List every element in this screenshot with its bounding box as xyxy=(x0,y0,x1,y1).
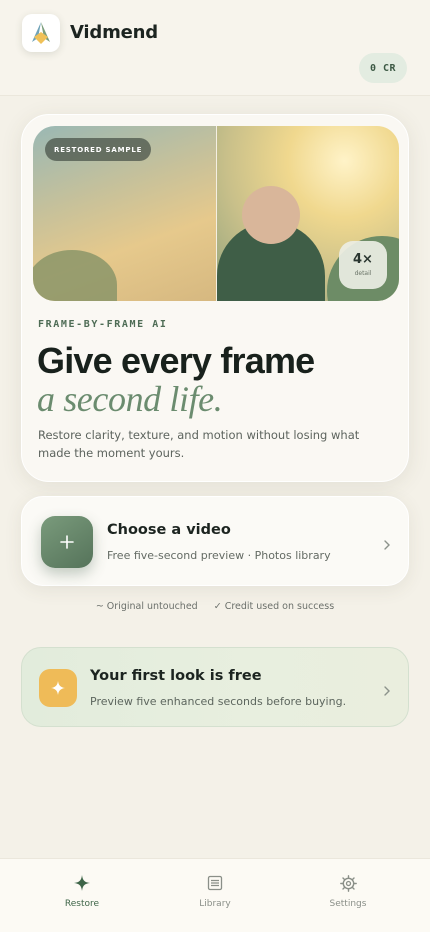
zoom-label: detail xyxy=(354,270,372,277)
restored-sample-preview: RESTORED SAMPLE 4× detail xyxy=(33,126,399,301)
sample-foliage xyxy=(33,250,117,301)
hero-description: Restore clarity, texture, and motion wit… xyxy=(38,428,360,460)
sparkle-icon xyxy=(39,669,77,707)
restored-sample-badge: RESTORED SAMPLE xyxy=(45,138,152,161)
library-icon xyxy=(205,873,225,893)
compare-divider[interactable] xyxy=(216,126,217,301)
assurance-notes: ~ Original untouched ✓ Credit used on su… xyxy=(0,601,430,612)
sample-person-head xyxy=(242,186,300,244)
choose-video-title: Choose a video xyxy=(107,522,231,538)
tab-restore-label: Restore xyxy=(64,899,100,909)
chevron-right-icon xyxy=(381,685,393,697)
free-look-subtitle: Preview five enhanced seconds before buy… xyxy=(90,695,347,708)
tab-settings[interactable]: Settings xyxy=(288,859,408,932)
tab-library-label: Library xyxy=(199,899,231,909)
hero-headline-accent: a second life. xyxy=(37,379,223,419)
app-header: Vidmend 0 CR xyxy=(0,0,430,96)
app-screen: Vidmend 0 CR RESTORED SAMPLE 4× detail F… xyxy=(0,0,430,932)
tab-restore[interactable]: Restore xyxy=(22,859,142,932)
chevron-right-icon xyxy=(381,539,393,551)
tab-settings-label: Settings xyxy=(329,899,367,909)
zoom-detail-badge: 4× detail xyxy=(339,241,387,289)
hero-card: RESTORED SAMPLE 4× detail FRAME-BY-FRAME… xyxy=(21,114,409,482)
assurance-credit-on-success: ✓ Credit used on success xyxy=(213,601,335,612)
tab-library[interactable]: Library xyxy=(155,859,275,932)
gear-icon xyxy=(338,873,358,893)
assurance-original-untouched: ~ Original untouched xyxy=(95,601,198,612)
hero-eyebrow: FRAME-BY-FRAME AI xyxy=(38,319,168,330)
vidmend-logo-icon xyxy=(22,14,60,52)
bottom-tab-bar: Restore Library Settings xyxy=(0,858,430,932)
sparkle-icon xyxy=(72,873,92,893)
free-look-title: Your first look is free xyxy=(90,668,262,684)
choose-video-subtitle: Free five-second preview · Photos librar… xyxy=(107,549,331,562)
choose-video-button[interactable]: Choose a video Free five-second preview … xyxy=(21,496,409,586)
plus-icon xyxy=(41,516,93,568)
app-name: Vidmend xyxy=(70,22,158,43)
zoom-value: 4× xyxy=(353,252,373,267)
hero-headline: Give every frame xyxy=(37,340,315,381)
credits-badge[interactable]: 0 CR xyxy=(359,53,407,83)
free-look-banner[interactable]: Your first look is free Preview five enh… xyxy=(21,647,409,727)
